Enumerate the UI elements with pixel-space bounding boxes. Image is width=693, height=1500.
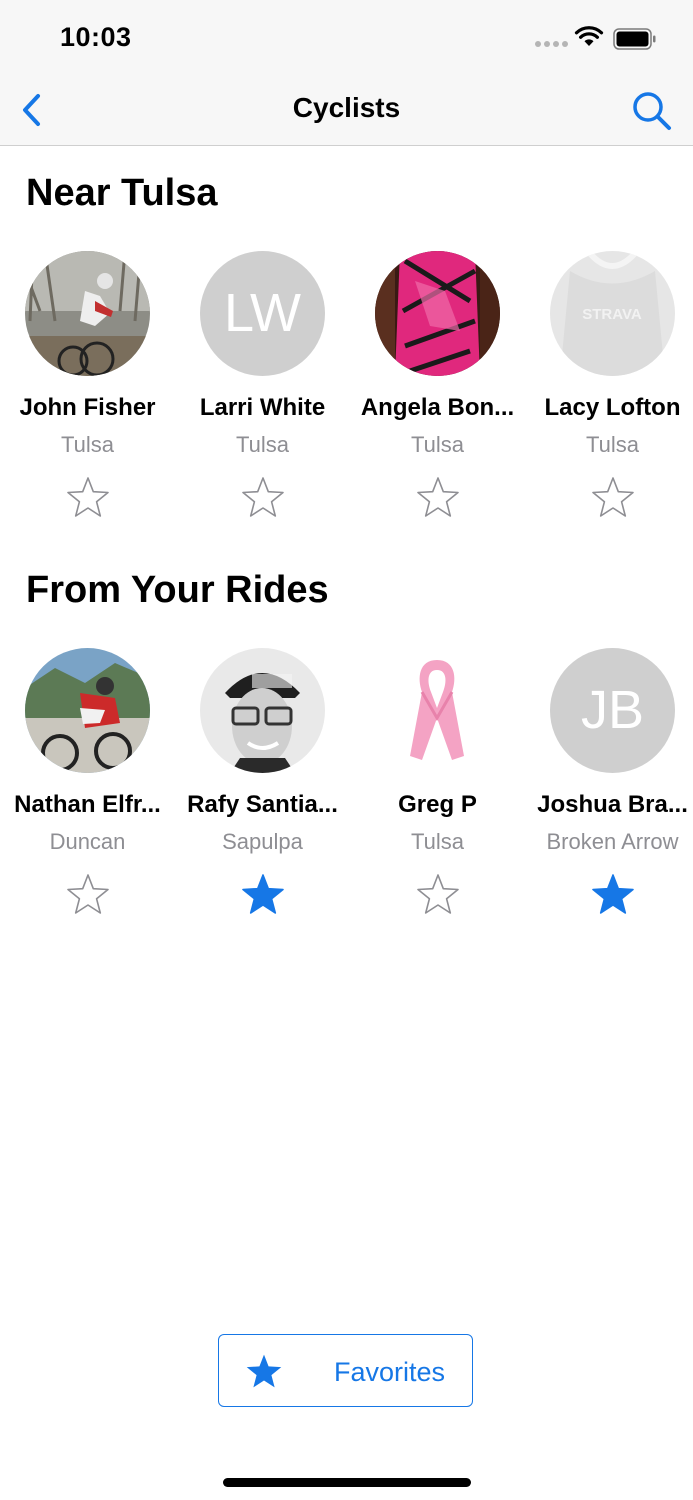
avatar-initials: JB [550, 648, 675, 773]
cyclist-card[interactable]: Angela Bon... Tulsa [350, 251, 525, 531]
cyclist-name: John Fisher [19, 394, 156, 421]
status-time: 10:03 [60, 22, 132, 52]
cyclist-city: Duncan [49, 829, 126, 854]
cyclist-name: Greg P [398, 791, 477, 818]
battery-icon [613, 28, 656, 50]
pink-ribbon-icon [410, 660, 464, 760]
favorites-label: Favorites [334, 1357, 446, 1387]
home-indicator [223, 1478, 471, 1487]
cyclist-card[interactable]: Greg P Tulsa [350, 648, 525, 928]
navigation-bar: Cyclists [0, 76, 693, 146]
star-filled-icon[interactable] [591, 872, 635, 916]
cyclist-card[interactable]: LW Larri White Tulsa [175, 251, 350, 531]
star-outline-icon[interactable] [66, 872, 110, 916]
cyclist-city: Tulsa [236, 432, 289, 457]
avatar [25, 251, 150, 376]
cyclist-city: Tulsa [586, 432, 639, 457]
cyclist-name: Nathan Elfr... [14, 791, 161, 818]
avatar [375, 648, 500, 773]
avatar [200, 648, 325, 773]
search-icon[interactable] [628, 88, 676, 132]
cyclist-card[interactable]: JB Joshua Bra... Broken Arrow [525, 648, 693, 928]
cyclist-row-from-your-rides: Nathan Elfr... Duncan Rafy Santia... Sap… [0, 648, 693, 928]
cyclist-card[interactable]: Rafy Santia... Sapulpa [175, 648, 350, 928]
strava-logo-text: STRAVA [582, 306, 642, 323]
wifi-icon [574, 26, 604, 46]
cyclist-name: Lacy Lofton [544, 394, 681, 421]
star-filled-icon [246, 1354, 282, 1388]
cyclist-name: Rafy Santia... [187, 791, 338, 818]
cyclist-city: Tulsa [411, 432, 464, 457]
section-title-near-tulsa: Near Tulsa [26, 172, 218, 214]
strava-default-avatar: STRAVA [550, 251, 675, 376]
favorites-button[interactable]: Favorites [218, 1334, 473, 1407]
avatar [375, 251, 500, 376]
section-title-from-your-rides: From Your Rides [26, 569, 329, 611]
cyclist-name: Larri White [199, 394, 326, 421]
cyclist-card[interactable]: John Fisher Tulsa [0, 251, 175, 531]
cyclist-name: Joshua Bra... [537, 791, 688, 818]
cyclist-name: Angela Bon... [360, 394, 515, 421]
cyclist-city: Sapulpa [222, 829, 303, 854]
cyclist-card[interactable]: STRAVA Lacy Lofton Tulsa [525, 251, 693, 531]
cyclist-city: Tulsa [61, 432, 114, 457]
star-outline-icon[interactable] [66, 475, 110, 519]
star-outline-icon[interactable] [416, 475, 460, 519]
star-outline-icon[interactable] [241, 475, 285, 519]
cyclist-row-near-tulsa: John Fisher Tulsa LW Larri White Tulsa A… [0, 251, 693, 531]
cyclist-city: Broken Arrow [546, 829, 679, 854]
star-filled-icon[interactable] [241, 872, 285, 916]
avatar-initials: LW [200, 251, 325, 376]
avatar [25, 648, 150, 773]
star-outline-icon[interactable] [416, 872, 460, 916]
cellular-signal-icon [535, 41, 568, 47]
status-bar: 10:03 [0, 0, 693, 76]
star-outline-icon[interactable] [591, 475, 635, 519]
cyclist-city: Tulsa [411, 829, 464, 854]
page-title: Cyclists [292, 92, 401, 123]
cyclist-card[interactable]: Nathan Elfr... Duncan [0, 648, 175, 928]
